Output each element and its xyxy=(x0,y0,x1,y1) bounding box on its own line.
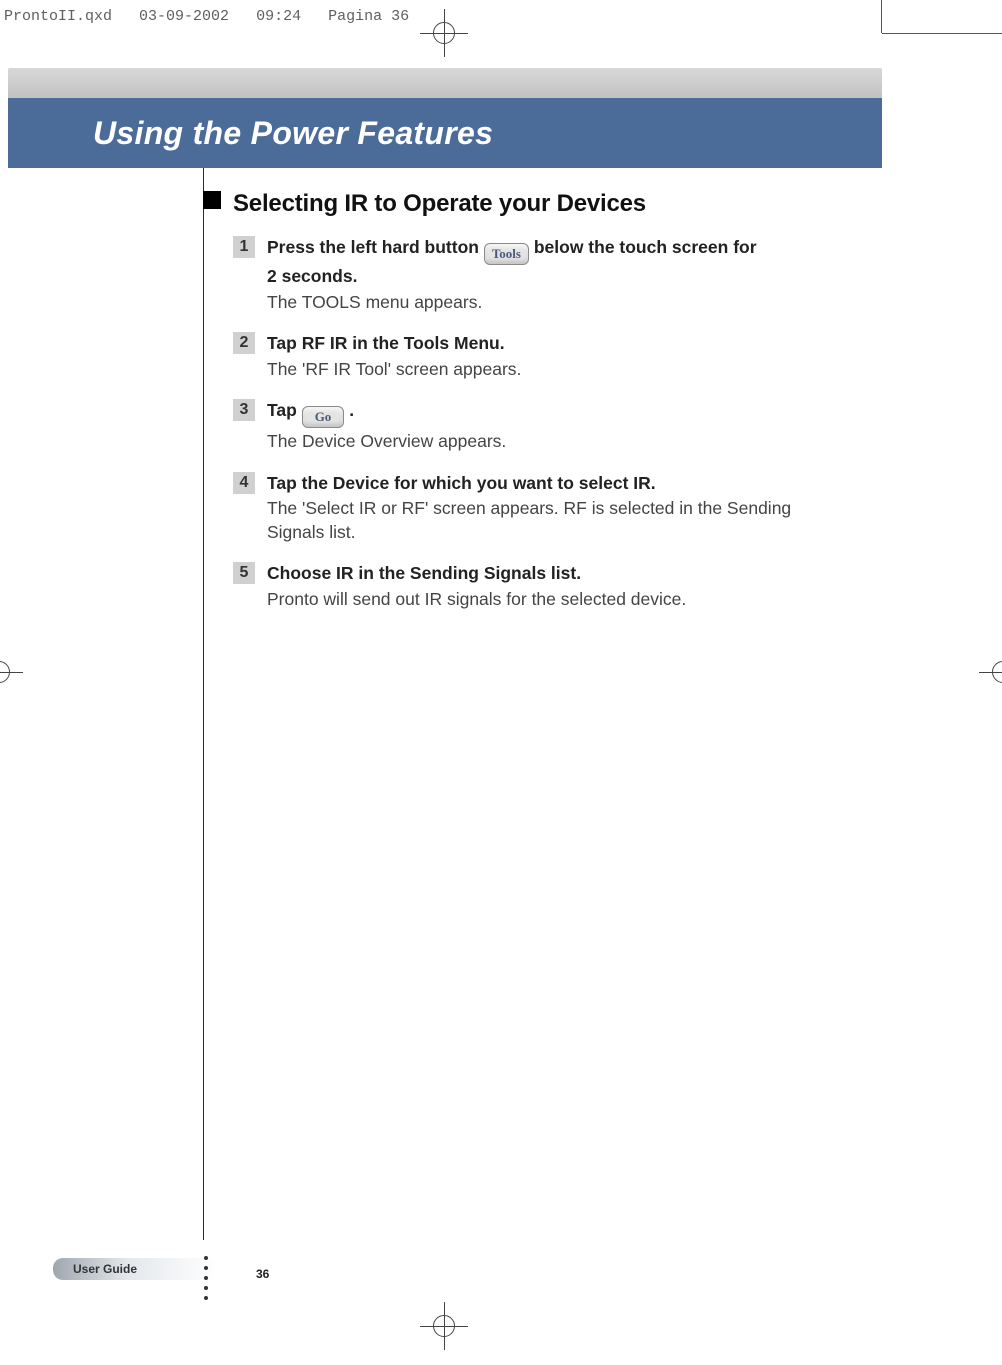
footer-pill: User Guide xyxy=(53,1258,218,1280)
chapter-title-bar: Using the Power Features xyxy=(8,98,882,168)
trim-line-h xyxy=(882,33,1002,34)
print-header: ProntoII.qxd 03-09-2002 09:24 Pagina 36 xyxy=(4,8,409,25)
crop-mark-right xyxy=(979,648,1002,696)
step-number: 2 xyxy=(233,332,255,354)
section-title: Selecting IR to Operate your Devices xyxy=(233,188,852,220)
step-result: The Device Overview appears. xyxy=(267,430,852,454)
footer-label: User Guide xyxy=(73,1262,137,1276)
section-bullet-icon xyxy=(203,191,221,209)
trim-line-v xyxy=(881,0,882,33)
go-button-icon: Go xyxy=(302,406,345,428)
step-number: 4 xyxy=(233,472,255,494)
step-number: 5 xyxy=(233,562,255,584)
step-instruction: Tap the Device for which you want to sel… xyxy=(267,472,852,496)
step-3: 3 Tap Go . The Device Overview appears. xyxy=(233,399,852,453)
print-page-marker: Pagina 36 xyxy=(328,8,409,25)
footer: User Guide xyxy=(53,1258,218,1280)
step-5: 5 Choose IR in the Sending Signals list.… xyxy=(233,562,852,611)
page-number: 36 xyxy=(256,1267,269,1281)
footer-dots-icon xyxy=(203,1250,209,1305)
step-4: 4 Tap the Device for which you want to s… xyxy=(233,472,852,545)
chapter-title: Using the Power Features xyxy=(93,115,493,152)
tools-button-icon: Tools xyxy=(484,243,529,265)
step-1: 1 Press the left hard button Tools below… xyxy=(233,236,852,314)
step-instruction: Tap RF IR in the Tools Menu. xyxy=(267,332,852,356)
step-result: The 'Select IR or RF' screen appears. RF… xyxy=(267,497,852,544)
step-result: Pronto will send out IR signals for the … xyxy=(267,588,852,612)
step-result: The 'RF IR Tool' screen appears. xyxy=(267,358,852,382)
vertical-rule xyxy=(203,168,204,1240)
step-instruction: Choose IR in the Sending Signals list. xyxy=(267,562,852,586)
crop-mark-bottom xyxy=(420,1302,468,1350)
step-2: 2 Tap RF IR in the Tools Menu. The 'RF I… xyxy=(233,332,852,381)
step-number: 3 xyxy=(233,399,255,421)
print-time: 09:24 xyxy=(256,8,301,25)
print-date: 03-09-2002 xyxy=(139,8,229,25)
header-cap xyxy=(8,68,882,98)
step-result: The TOOLS menu appears. xyxy=(267,291,852,315)
step-number: 1 xyxy=(233,236,255,258)
step-instruction: Press the left hard button Tools below t… xyxy=(267,236,852,288)
step-instruction: Tap Go . xyxy=(267,399,852,428)
print-filename: ProntoII.qxd xyxy=(4,8,112,25)
